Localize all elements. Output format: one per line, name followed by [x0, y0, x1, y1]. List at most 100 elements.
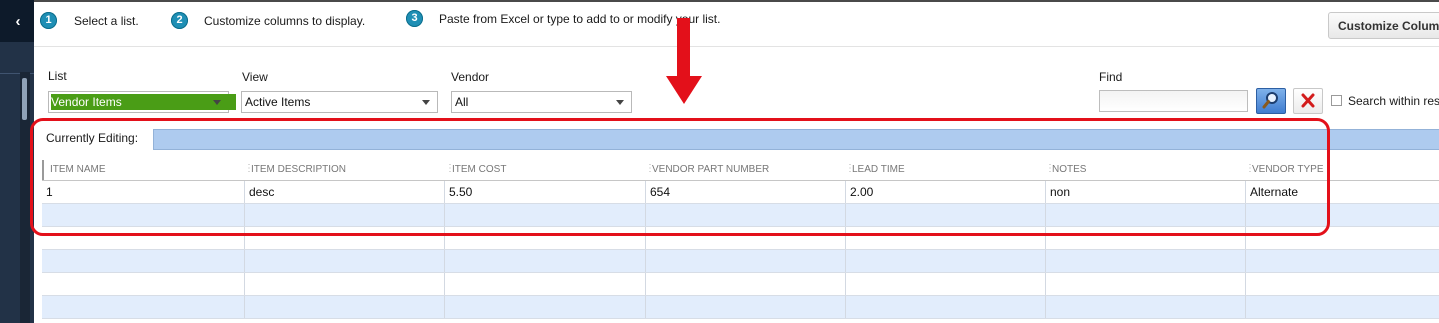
table-row[interactable]	[42, 204, 1439, 227]
find-input[interactable]	[1099, 90, 1248, 112]
column-header-item-cost[interactable]: ⋮ ITEM COST	[445, 160, 646, 180]
empty-cell[interactable]	[444, 273, 645, 295]
currently-editing-bar	[153, 129, 1439, 150]
empty-cell[interactable]	[845, 250, 1045, 272]
table-row[interactable]	[42, 296, 1439, 319]
table-row[interactable]	[42, 250, 1439, 273]
view-select-value: Active Items	[245, 95, 311, 109]
empty-cell[interactable]	[845, 296, 1045, 318]
empty-cell[interactable]	[645, 250, 845, 272]
step-2-badge: 2	[171, 12, 188, 29]
chevron-down-icon	[422, 100, 430, 105]
customize-columns-button[interactable]: Customize Columns	[1328, 12, 1439, 39]
table-row[interactable]	[42, 273, 1439, 296]
list-select[interactable]: Vendor Items	[48, 91, 236, 113]
vendor-select[interactable]: All	[451, 91, 632, 113]
cell-item-name[interactable]: 1	[42, 181, 244, 203]
empty-cell[interactable]	[845, 204, 1045, 226]
column-resize-handle[interactable]: ⋮	[845, 164, 855, 174]
empty-cell[interactable]	[1245, 250, 1439, 272]
empty-cell[interactable]	[244, 296, 444, 318]
column-header-notes[interactable]: ⋮ NOTES	[1045, 160, 1246, 180]
empty-cell[interactable]	[1245, 296, 1439, 318]
column-header-label: VENDOR PART NUMBER	[652, 164, 770, 175]
empty-cell[interactable]	[645, 273, 845, 295]
column-resize-handle[interactable]: ⋮	[1245, 164, 1255, 174]
column-header-label: ITEM COST	[452, 164, 507, 175]
vendor-label: Vendor	[451, 70, 490, 84]
column-header-label: ITEM NAME	[50, 164, 106, 175]
column-header-item-description[interactable]: ⋮ ITEM DESCRIPTION	[244, 160, 445, 180]
step-1-text: Select a list.	[74, 13, 139, 28]
column-header-vendor-type[interactable]: ⋮ VENDOR TYPE	[1245, 160, 1439, 180]
red-x-icon	[1301, 93, 1315, 108]
empty-cell[interactable]	[444, 227, 645, 249]
empty-cell[interactable]	[244, 227, 444, 249]
vendor-items-grid: ITEM NAME ⋮ ITEM DESCRIPTION ⋮ ITEM COST ⋮…	[42, 160, 1439, 323]
column-header-label: LEAD TIME	[852, 164, 905, 175]
column-header-vendor-part-number[interactable]: ⋮ VENDOR PART NUMBER	[645, 160, 846, 180]
search-within-checkbox[interactable]	[1331, 95, 1342, 106]
chevron-left-icon[interactable]: ‹	[8, 12, 28, 32]
header-divider	[34, 46, 1439, 47]
empty-cell[interactable]	[244, 204, 444, 226]
empty-cell[interactable]	[845, 273, 1045, 295]
step-1: 1 Select a list.	[40, 12, 139, 29]
list-select-value: Vendor Items	[51, 94, 236, 110]
step-3-text: Paste from Excel or type to add to or mo…	[439, 11, 721, 26]
empty-cell[interactable]	[444, 250, 645, 272]
column-header-lead-time[interactable]: ⋮ LEAD TIME	[845, 160, 1046, 180]
step-1-badge: 1	[40, 12, 57, 29]
empty-cell[interactable]	[1045, 296, 1245, 318]
view-label: View	[242, 70, 268, 84]
step-2-text: Customize columns to display.	[204, 13, 366, 28]
top-border	[34, 0, 1439, 2]
cell-notes[interactable]: non	[1045, 181, 1245, 203]
empty-cell[interactable]	[1245, 273, 1439, 295]
cell-vendor-type[interactable]: Alternate	[1245, 181, 1439, 203]
empty-cell[interactable]	[244, 250, 444, 272]
step-3: 3 Paste from Excel or type to add to or …	[406, 10, 720, 27]
column-header-label: ITEM DESCRIPTION	[251, 164, 347, 175]
column-resize-handle[interactable]: ⋮	[1045, 164, 1055, 174]
table-row[interactable]: 1 desc 5.50 654 2.00 non Alternate	[42, 181, 1439, 204]
column-header-label: VENDOR TYPE	[1252, 164, 1324, 175]
column-header-label: NOTES	[1052, 164, 1087, 175]
column-header-item-name[interactable]: ITEM NAME	[42, 160, 242, 180]
vendor-select-value: All	[455, 95, 469, 109]
clear-search-button[interactable]	[1293, 88, 1323, 114]
empty-cell[interactable]	[444, 204, 645, 226]
column-resize-handle[interactable]: ⋮	[645, 164, 655, 174]
column-resize-handle[interactable]: ⋮	[445, 164, 455, 174]
cell-item-cost[interactable]: 5.50	[444, 181, 645, 203]
view-select[interactable]: Active Items	[241, 91, 438, 113]
cell-lead-time[interactable]: 2.00	[845, 181, 1045, 203]
grid-header: ITEM NAME ⋮ ITEM DESCRIPTION ⋮ ITEM COST ⋮…	[42, 160, 1439, 181]
column-resize-handle[interactable]: ⋮	[244, 164, 254, 174]
cell-vendor-part-number[interactable]: 654	[645, 181, 845, 203]
empty-cell[interactable]	[1245, 204, 1439, 226]
down-arrow-icon	[666, 18, 702, 104]
step-2: 2 Customize columns to display.	[171, 12, 365, 29]
cell-item-description[interactable]: desc	[244, 181, 444, 203]
empty-cell[interactable]	[1045, 250, 1245, 272]
currently-editing-label: Currently Editing:	[46, 131, 139, 145]
chevron-down-icon	[616, 100, 624, 105]
rail-scrollbar-thumb[interactable]	[22, 78, 27, 120]
magnifier-icon	[1262, 92, 1278, 109]
empty-cell[interactable]	[244, 273, 444, 295]
empty-cell[interactable]	[444, 296, 645, 318]
table-row[interactable]	[42, 227, 1439, 250]
empty-cell[interactable]	[1045, 273, 1245, 295]
step-3-badge: 3	[406, 10, 423, 27]
chevron-down-icon	[213, 100, 221, 105]
empty-cell[interactable]	[1045, 204, 1245, 226]
empty-cell[interactable]	[845, 227, 1045, 249]
search-button[interactable]	[1256, 88, 1286, 114]
empty-cell[interactable]	[645, 204, 845, 226]
empty-cell[interactable]	[645, 227, 845, 249]
empty-cell[interactable]	[1045, 227, 1245, 249]
find-label: Find	[1099, 70, 1123, 84]
empty-cell[interactable]	[1245, 227, 1439, 249]
empty-cell[interactable]	[645, 296, 845, 318]
